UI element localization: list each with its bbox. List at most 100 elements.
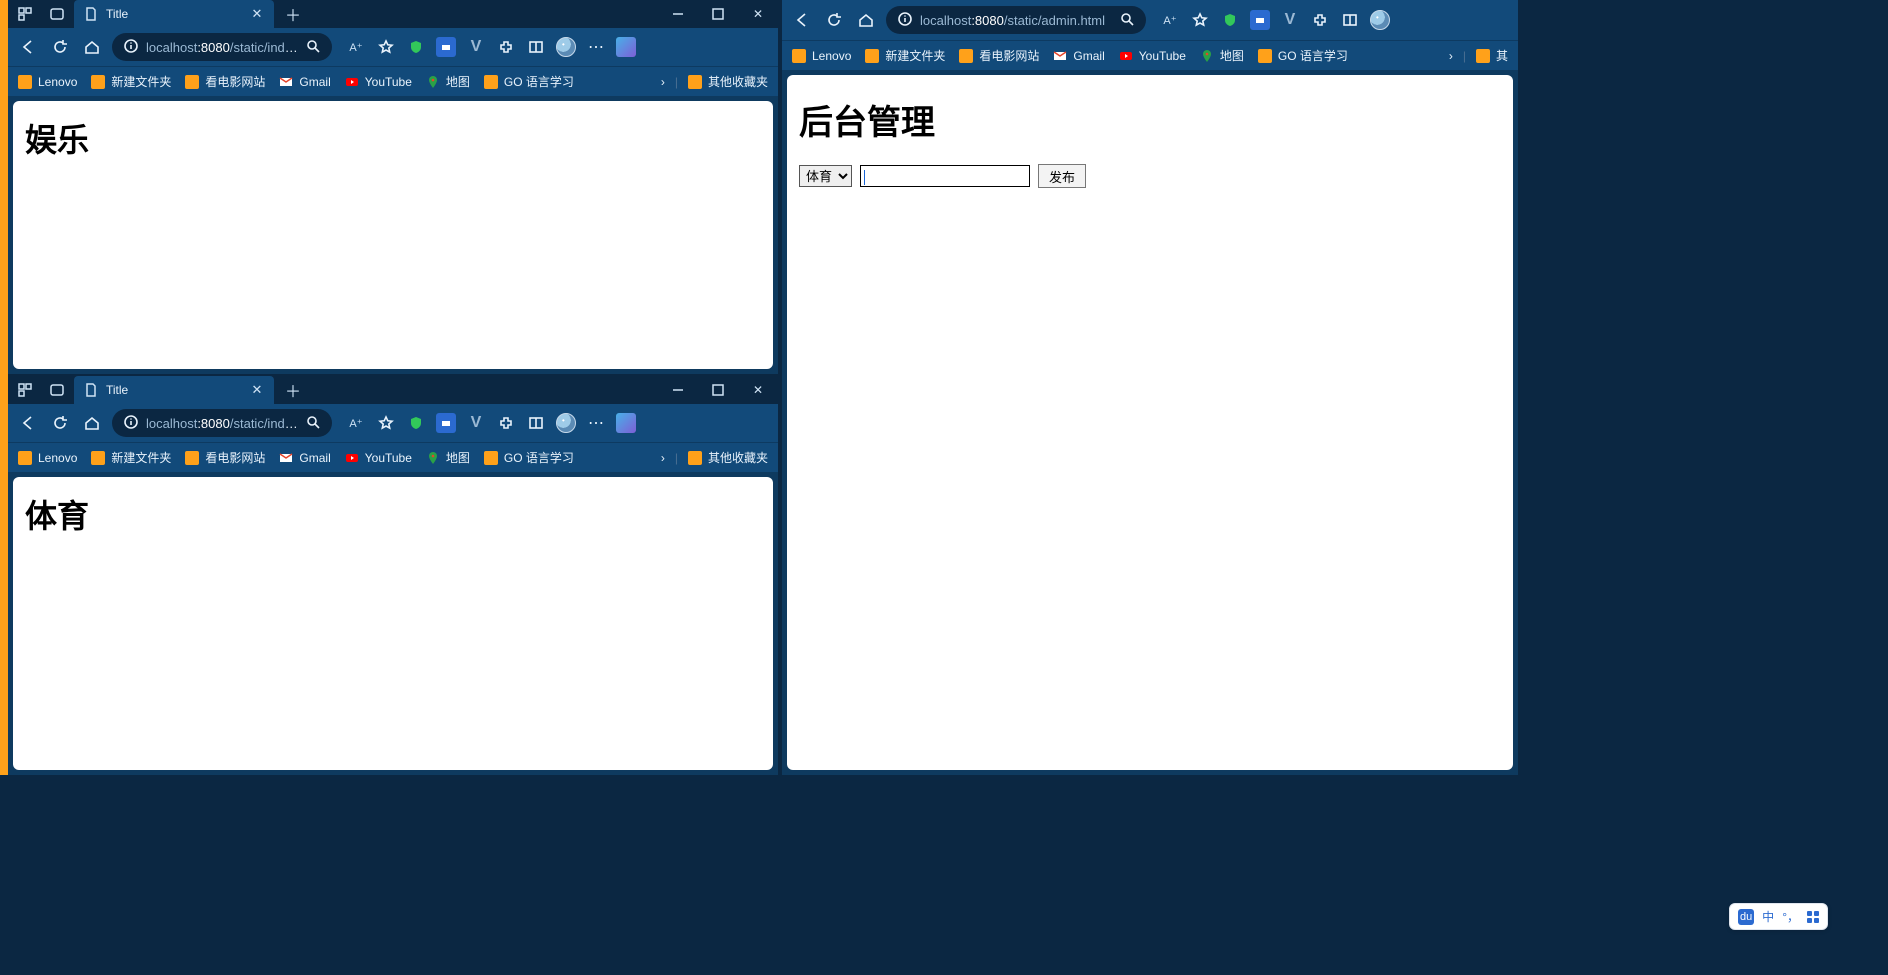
- read-aloud-icon[interactable]: A⁺: [346, 37, 366, 57]
- copilot-icon[interactable]: [616, 37, 636, 57]
- tab-actions-icon[interactable]: [48, 5, 66, 23]
- gmail-icon: [1053, 49, 1067, 63]
- bookmarks-overflow-icon[interactable]: ›: [1449, 49, 1453, 63]
- extension-v-icon[interactable]: V: [466, 413, 486, 433]
- back-button[interactable]: [790, 8, 814, 32]
- extension-v-icon[interactable]: V: [466, 37, 486, 57]
- ime-punct-icon[interactable]: °，: [1782, 908, 1799, 925]
- home-button[interactable]: [80, 35, 104, 59]
- tab-actions-icon[interactable]: [48, 381, 66, 399]
- site-info-icon[interactable]: [124, 415, 138, 432]
- extensions-icon[interactable]: [1310, 10, 1330, 30]
- shield-icon[interactable]: [406, 37, 426, 57]
- split-screen-icon[interactable]: [526, 413, 546, 433]
- close-window-button[interactable]: ✕: [738, 376, 778, 404]
- category-select[interactable]: 体育: [799, 165, 852, 187]
- back-button[interactable]: [16, 411, 40, 435]
- new-tab-button[interactable]: ＋: [280, 377, 306, 403]
- bookmark-partial[interactable]: 其: [1476, 47, 1508, 64]
- bookmark-maps[interactable]: 地图: [426, 449, 470, 466]
- bookmarks-overflow-icon[interactable]: ›: [661, 451, 665, 465]
- page-icon: [84, 383, 98, 397]
- other-favorites[interactable]: 其他收藏夹: [688, 73, 768, 90]
- bookmark-lenovo[interactable]: Lenovo: [18, 451, 77, 465]
- bookmark-lenovo[interactable]: Lenovo: [792, 49, 851, 63]
- bookmark-go[interactable]: GO 语言学习: [1258, 47, 1348, 64]
- extensions-icon[interactable]: [496, 37, 516, 57]
- close-window-button[interactable]: ✕: [738, 0, 778, 28]
- content-input[interactable]: [860, 165, 1030, 187]
- workspaces-icon[interactable]: [16, 381, 34, 399]
- bookmark-maps[interactable]: 地图: [426, 73, 470, 90]
- profile-avatar[interactable]: [1370, 10, 1390, 30]
- shield-icon[interactable]: [406, 413, 426, 433]
- home-button[interactable]: [80, 411, 104, 435]
- back-button[interactable]: [16, 35, 40, 59]
- more-icon[interactable]: ⋯: [586, 37, 606, 57]
- split-screen-icon[interactable]: [526, 37, 546, 57]
- bookmark-youtube[interactable]: YouTube: [345, 451, 412, 465]
- more-icon[interactable]: ⋯: [586, 413, 606, 433]
- favorite-icon[interactable]: [376, 413, 396, 433]
- extensions-icon[interactable]: [496, 413, 516, 433]
- profile-avatar[interactable]: [556, 413, 576, 433]
- other-favorites[interactable]: 其他收藏夹: [688, 449, 768, 466]
- url-field[interactable]: localhost:8080/static/index…: [112, 33, 332, 61]
- bookmark-lenovo[interactable]: Lenovo: [18, 75, 77, 89]
- bookmark-newfolder[interactable]: 新建文件夹: [91, 449, 171, 466]
- bookmark-movies[interactable]: 看电影网站: [185, 449, 265, 466]
- split-screen-icon[interactable]: [1340, 10, 1360, 30]
- minimize-button[interactable]: [658, 376, 698, 404]
- site-info-icon[interactable]: [124, 39, 138, 56]
- maximize-button[interactable]: [698, 376, 738, 404]
- maximize-button[interactable]: [698, 0, 738, 28]
- favorite-icon[interactable]: [1190, 10, 1210, 30]
- bookmark-maps[interactable]: 地图: [1200, 47, 1244, 64]
- extension-vpn-icon[interactable]: [1250, 10, 1270, 30]
- read-aloud-icon[interactable]: A⁺: [346, 413, 366, 433]
- search-icon[interactable]: [306, 415, 320, 432]
- url-field[interactable]: localhost:8080/static/admin.html: [886, 6, 1146, 34]
- extension-vpn-icon[interactable]: [436, 37, 456, 57]
- home-button[interactable]: [854, 8, 878, 32]
- bookmark-gmail[interactable]: Gmail: [1053, 49, 1104, 63]
- bookmark-go[interactable]: GO 语言学习: [484, 73, 574, 90]
- search-icon[interactable]: [1120, 12, 1134, 29]
- bookmark-go[interactable]: GO 语言学习: [484, 449, 574, 466]
- copilot-icon[interactable]: [616, 413, 636, 433]
- new-tab-button[interactable]: ＋: [280, 1, 306, 27]
- favorite-icon[interactable]: [376, 37, 396, 57]
- extension-v-icon[interactable]: V: [1280, 10, 1300, 30]
- search-icon[interactable]: [306, 39, 320, 56]
- profile-avatar[interactable]: [556, 37, 576, 57]
- site-info-icon[interactable]: [898, 12, 912, 29]
- bookmark-youtube[interactable]: YouTube: [1119, 49, 1186, 63]
- bookmark-gmail[interactable]: Gmail: [279, 75, 330, 89]
- shield-icon[interactable]: [1220, 10, 1240, 30]
- gmail-icon: [279, 451, 293, 465]
- bookmark-movies[interactable]: 看电影网站: [959, 47, 1039, 64]
- ime-lang-label[interactable]: 中: [1762, 908, 1774, 925]
- extension-vpn-icon[interactable]: [436, 413, 456, 433]
- window-controls: ✕: [658, 0, 778, 28]
- bookmark-newfolder[interactable]: 新建文件夹: [91, 73, 171, 90]
- url-field[interactable]: localhost:8080/static/index…: [112, 409, 332, 437]
- bookmark-youtube[interactable]: YouTube: [345, 75, 412, 89]
- browser-tab[interactable]: Title ✕: [74, 0, 274, 28]
- ime-grid-icon[interactable]: [1807, 911, 1819, 923]
- close-tab-icon[interactable]: ✕: [250, 383, 264, 397]
- refresh-button[interactable]: [48, 35, 72, 59]
- refresh-button[interactable]: [48, 411, 72, 435]
- bookmarks-overflow-icon[interactable]: ›: [661, 75, 665, 89]
- read-aloud-icon[interactable]: A⁺: [1160, 10, 1180, 30]
- bookmark-movies[interactable]: 看电影网站: [185, 73, 265, 90]
- ime-toolbar[interactable]: du 中 °，: [1729, 903, 1828, 930]
- refresh-button[interactable]: [822, 8, 846, 32]
- workspaces-icon[interactable]: [16, 5, 34, 23]
- bookmark-gmail[interactable]: Gmail: [279, 451, 330, 465]
- browser-tab[interactable]: Title ✕: [74, 376, 274, 404]
- close-tab-icon[interactable]: ✕: [250, 7, 264, 21]
- bookmark-newfolder[interactable]: 新建文件夹: [865, 47, 945, 64]
- publish-button[interactable]: 发布: [1038, 164, 1086, 188]
- minimize-button[interactable]: [658, 0, 698, 28]
